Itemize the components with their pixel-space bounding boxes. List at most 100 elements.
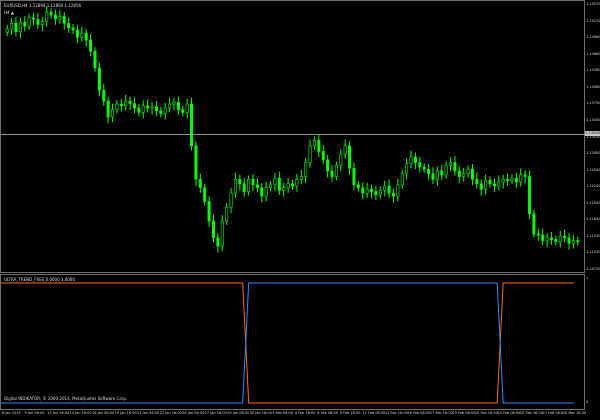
candle-body bbox=[391, 192, 395, 197]
indicator-chart[interactable] bbox=[1, 275, 586, 411]
candle-body bbox=[405, 163, 409, 175]
candle-body bbox=[290, 183, 294, 187]
candlestick-chart[interactable] bbox=[1, 1, 586, 274]
candle-body bbox=[93, 50, 97, 69]
candle-body bbox=[225, 206, 229, 222]
current-price-label: 1.13206 bbox=[585, 130, 600, 136]
indicator-scale-bottom: 0 bbox=[586, 400, 589, 404]
time-tick-label: 17 Feb 16:00 bbox=[429, 411, 453, 415]
candle-body bbox=[440, 170, 444, 176]
candle-body bbox=[545, 237, 549, 241]
candle-body bbox=[106, 100, 110, 118]
time-tick-label: 19 Feb 08:00 bbox=[452, 411, 476, 415]
candle-body bbox=[295, 178, 299, 187]
candle-body bbox=[488, 180, 492, 185]
time-tick-label: 20 Feb 16:00 bbox=[474, 411, 498, 415]
indicator-scale[interactable]: 1 0 bbox=[585, 274, 600, 410]
price-tick-label: 1.12240 bbox=[586, 184, 600, 189]
candle-body bbox=[312, 139, 316, 147]
time-tick-label: 22 Jan 16:00 bbox=[159, 411, 182, 415]
candle-body bbox=[62, 16, 66, 24]
candle-body bbox=[370, 189, 374, 192]
time-tick-label: 16 Jan 08:00 bbox=[92, 411, 115, 415]
candle-body bbox=[255, 184, 259, 188]
candle-body bbox=[211, 220, 215, 239]
candle-body bbox=[501, 178, 505, 183]
time-axis[interactable]: 8 Jan 2015 9 Jan 08:00 13 Jan 16:00 14 Jan … bbox=[0, 410, 587, 420]
candle-body bbox=[124, 100, 128, 107]
candle-body bbox=[168, 103, 172, 109]
candle-body bbox=[58, 16, 62, 20]
candle-body bbox=[466, 168, 470, 175]
time-tick-label: 14 Jan 16:00 bbox=[69, 411, 92, 415]
time-tick-label: 9 Jan 08:00 bbox=[24, 411, 45, 415]
candle-body bbox=[216, 237, 220, 247]
candle-body bbox=[40, 21, 44, 25]
price-tick-label: 1.14360 bbox=[586, 68, 600, 73]
candle-body bbox=[115, 103, 119, 110]
candle-body bbox=[282, 187, 286, 191]
candle-body bbox=[536, 233, 540, 236]
copyright-text: Digital INDIKATOR, © 2000-2014, MetaQuot… bbox=[4, 396, 128, 401]
candle-body bbox=[172, 102, 176, 105]
candle-body bbox=[528, 176, 532, 215]
time-tick-label: 3 Feb 08:00 bbox=[272, 411, 293, 415]
candle-body bbox=[563, 235, 567, 239]
trend-down-line bbox=[1, 282, 574, 404]
candle-body bbox=[102, 89, 106, 102]
time-tick-label: 13 Jan 16:00 bbox=[47, 411, 70, 415]
candle-body bbox=[277, 177, 281, 191]
price-tick-label: 1.14060 bbox=[586, 84, 600, 89]
time-tick-label: 16 Feb 08:00 bbox=[407, 411, 431, 415]
candle-body bbox=[374, 191, 378, 196]
indicator-pane[interactable]: ULTRA_TREND_FREE 0.0000 1.0000 Digital I… bbox=[0, 274, 585, 410]
candle-body bbox=[431, 173, 435, 180]
time-tick-label: 24 Feb 08:00 bbox=[497, 411, 521, 415]
candle-body bbox=[492, 183, 496, 187]
time-tick-label: 12 Feb 16:00 bbox=[384, 411, 408, 415]
price-tick-label: 1.10730 bbox=[586, 267, 600, 271]
time-tick-label: 9 Feb 16:00 bbox=[339, 411, 361, 415]
price-tick-label: 1.14660 bbox=[586, 51, 600, 56]
candle-body bbox=[549, 237, 553, 240]
candle-body bbox=[207, 201, 211, 222]
candle-body bbox=[190, 103, 194, 147]
price-scale[interactable]: 1.15570 1.15270 1.14960 1.14660 1.14360 1.140… bbox=[585, 0, 600, 273]
candle-body bbox=[330, 170, 334, 177]
candle-body bbox=[71, 27, 75, 31]
candle-body bbox=[36, 19, 40, 25]
time-tick-label: 25 Feb 16:00 bbox=[519, 411, 543, 415]
candle-body bbox=[339, 153, 343, 166]
candle-body bbox=[365, 189, 369, 194]
time-tick-label: 29 Jan 08:00 bbox=[227, 411, 250, 415]
candle-body bbox=[422, 166, 426, 170]
price-tick-label: 1.11330 bbox=[586, 233, 600, 238]
candle-body bbox=[510, 177, 514, 181]
time-tick-label: 27 Jan 16:00 bbox=[204, 411, 227, 415]
price-chart-pane[interactable]: EURUSD,H4 1.12894 1.12894 1.12856 H4 ▲ bbox=[0, 0, 586, 274]
candle-body bbox=[462, 173, 466, 177]
candle-body bbox=[361, 187, 365, 194]
candle-body bbox=[427, 168, 431, 175]
candle-body bbox=[5, 28, 9, 33]
candle-body bbox=[532, 213, 536, 235]
time-tick-label: 21 Jan 08:00 bbox=[137, 411, 160, 415]
candle-body bbox=[523, 174, 527, 177]
candle-body bbox=[137, 107, 141, 113]
candle-body bbox=[484, 180, 488, 190]
candle-body bbox=[400, 173, 404, 186]
candle-body bbox=[97, 67, 101, 91]
candle-body bbox=[514, 177, 518, 183]
candle-body bbox=[435, 170, 439, 180]
candle-body bbox=[269, 184, 273, 188]
time-tick-label: 27 Feb 08:00 bbox=[542, 411, 566, 415]
trading-terminal: EURUSD,H4 1.12894 1.12894 1.12856 H4 ▲ 1… bbox=[0, 0, 600, 420]
candle-body bbox=[119, 103, 123, 107]
candle-body bbox=[23, 21, 27, 27]
time-tick-label: 4 Feb 16:00 bbox=[294, 411, 316, 415]
indicator-scale-top: 1 bbox=[586, 276, 589, 280]
candle-body bbox=[242, 183, 246, 192]
candle-body bbox=[413, 156, 417, 163]
candle-body bbox=[181, 109, 185, 113]
time-tick-label: 2 Mar 16:00 bbox=[565, 411, 587, 415]
